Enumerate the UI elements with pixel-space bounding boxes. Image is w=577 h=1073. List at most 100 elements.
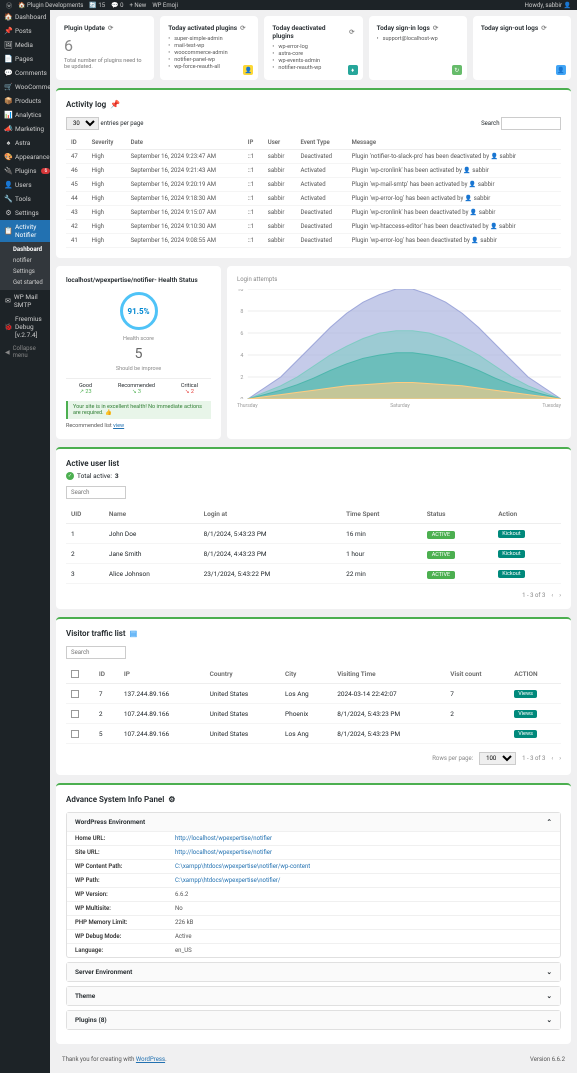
table-header[interactable]: User (263, 136, 296, 150)
chevron-up-icon: ⌃ (547, 818, 552, 826)
accordion-header[interactable]: Theme⌄ (67, 987, 560, 1005)
kickout-button[interactable]: Kickout (498, 570, 524, 578)
sidebar-item-activity-notifier[interactable]: 📋Activity Notifier (0, 220, 50, 242)
select-all-checkbox[interactable] (71, 670, 79, 678)
row-checkbox[interactable] (71, 690, 79, 698)
kickout-button[interactable]: Kickout (498, 550, 524, 558)
x-tick: Thursday (237, 403, 258, 409)
menu-icon: 📦 (5, 98, 12, 105)
table-header[interactable]: Visit count (445, 665, 509, 684)
updates-icon[interactable]: 🔄 15 (89, 2, 105, 9)
wp-emoji-link[interactable]: WP Emoji (152, 2, 178, 9)
rows-per-select[interactable]: 100 (479, 752, 516, 765)
sidebar-item-astra[interactable]: ♠Astra (0, 136, 50, 150)
sidebar-item-users[interactable]: 👤Users (0, 178, 50, 192)
menu-label: Astra (15, 139, 30, 147)
sidebar-sub-settings[interactable]: Settings (0, 266, 50, 277)
comments-icon[interactable]: 💬 0 (111, 2, 123, 9)
table-header[interactable]: Severity (87, 136, 126, 150)
table-header[interactable]: Name (104, 505, 199, 524)
accordion-header[interactable]: Server Environment⌄ (67, 963, 560, 981)
sidebar-item-woocommerce[interactable]: 🛒WooCommerce (0, 80, 50, 94)
accordion-header[interactable]: WordPress Environment⌃ (67, 813, 560, 831)
table-header[interactable]: ACTION (509, 665, 561, 684)
sidebar-item-analytics[interactable]: 📊Analytics (0, 108, 50, 122)
sidebar-item-wp-mail-smtp[interactable]: ✉WP Mail SMTP (0, 290, 50, 312)
table-header[interactable]: ID (66, 136, 87, 150)
info-value[interactable]: C:\xampp\htdocs\wpexpertise\notifier/ (175, 877, 280, 884)
table-header[interactable]: Country (205, 665, 280, 684)
table-header[interactable]: Message (347, 136, 561, 150)
info-value[interactable]: C:\xampp\htdocs\wpexpertise\notifier/wp-… (175, 863, 310, 870)
users-table: UIDNameLogin atTime SpentStatusAction 1J… (66, 505, 561, 584)
wordpress-link[interactable]: WordPress (136, 1056, 165, 1063)
next-page-icon[interactable]: › (559, 592, 561, 599)
table-header[interactable]: IP (243, 136, 263, 150)
refresh-icon[interactable]: ⟳ (240, 24, 245, 32)
health-panel: localhost/wpexpertise/notifier- Health S… (56, 266, 221, 439)
info-label: WP Content Path: (75, 863, 175, 870)
user-search-input[interactable] (66, 486, 126, 499)
activity-search-input[interactable] (501, 117, 561, 130)
new-link[interactable]: + New (129, 2, 146, 9)
activity-table: IDSeverityDateIPUserEvent TypeMessage 47… (66, 136, 561, 248)
sidebar-item-products[interactable]: 📦Products (0, 94, 50, 108)
sidebar-item-marketing[interactable]: 📣Marketing (0, 122, 50, 136)
home-icon[interactable]: 🏠 Plugin Developments (18, 2, 83, 9)
sidebar-item-settings[interactable]: ⚙Settings (0, 206, 50, 220)
next-page-icon[interactable]: › (559, 755, 561, 762)
view-button[interactable]: Views (514, 690, 537, 698)
wp-logo-icon[interactable]: ⓦ (6, 1, 12, 10)
sidebar-sub-notifier[interactable]: notifier (0, 255, 50, 266)
menu-icon: 🏠 (5, 14, 12, 21)
table-header[interactable]: IP (119, 665, 205, 684)
row-checkbox[interactable] (71, 710, 79, 718)
sidebar-item-comments[interactable]: 💬Comments (0, 66, 50, 80)
sidebar-item-pages[interactable]: 📄Pages (0, 52, 50, 66)
howdy-user[interactable]: Howdy, sabbir 👤 (525, 2, 571, 9)
sidebar-item-freemius-debug-[v.2.7.4][interactable]: 🐞Freemius Debug [v.2.7.4] (0, 312, 50, 342)
list-item: super-simple-admin (168, 36, 250, 42)
sidebar-item-posts[interactable]: 📌Posts (0, 24, 50, 38)
accordion-header[interactable]: Plugins (8)⌄ (67, 1011, 560, 1029)
refresh-icon[interactable]: ⟳ (541, 24, 546, 32)
table-header[interactable]: Action (493, 505, 561, 524)
kickout-button[interactable]: Kickout (498, 530, 524, 538)
info-value[interactable]: http://localhost/wpexpertise/notifier (175, 835, 272, 842)
prev-page-icon[interactable]: ‹ (551, 755, 553, 762)
table-header[interactable]: Visiting Time (332, 665, 445, 684)
badge-icon: ♦ (348, 65, 358, 75)
table-header[interactable]: Date (126, 136, 243, 150)
sidebar-item-tools[interactable]: 🔧Tools (0, 192, 50, 206)
health-view-link[interactable]: view (113, 423, 124, 429)
collapse-menu-button[interactable]: ◀Collapse menu (0, 342, 50, 362)
table-header[interactable]: Status (422, 505, 494, 524)
sidebar-item-media[interactable]: 🖼Media (0, 38, 50, 52)
panel-title-text: Visitor traffic list (66, 629, 126, 638)
refresh-icon[interactable]: ⟳ (433, 24, 438, 32)
sidebar-item-dashboard[interactable]: 🏠Dashboard (0, 10, 50, 24)
view-button[interactable]: Views (514, 710, 537, 718)
prev-page-icon[interactable]: ‹ (551, 592, 553, 599)
sidebar-sub-get-started[interactable]: Get started (0, 277, 50, 288)
table-header[interactable]: Event Type (295, 136, 346, 150)
table-cell: ::1 (243, 150, 263, 164)
list-item: notifier-reauth-wp (272, 65, 354, 71)
table-header[interactable] (66, 665, 94, 684)
table-header[interactable]: ID (94, 665, 119, 684)
table-header[interactable]: Time Spent (341, 505, 422, 524)
refresh-icon[interactable]: ⟳ (108, 24, 113, 32)
refresh-icon[interactable]: ⟳ (349, 28, 354, 36)
table-header[interactable]: Login at (199, 505, 341, 524)
sidebar-item-plugins[interactable]: 🔌Plugins6 (0, 164, 50, 178)
traffic-search-input[interactable] (66, 646, 126, 659)
sidebar-sub-dashboard[interactable]: Dashboard (0, 244, 50, 255)
row-checkbox[interactable] (71, 730, 79, 738)
view-button[interactable]: Views (514, 730, 537, 738)
sidebar-item-appearance[interactable]: 🎨Appearance (0, 150, 50, 164)
info-value[interactable]: http://localhost/wpexpertise/notifier (175, 849, 272, 856)
perpage-select[interactable]: 30 (66, 117, 99, 130)
health-count: 5 (66, 346, 211, 362)
table-header[interactable]: UID (66, 505, 104, 524)
table-header[interactable]: City (280, 665, 332, 684)
